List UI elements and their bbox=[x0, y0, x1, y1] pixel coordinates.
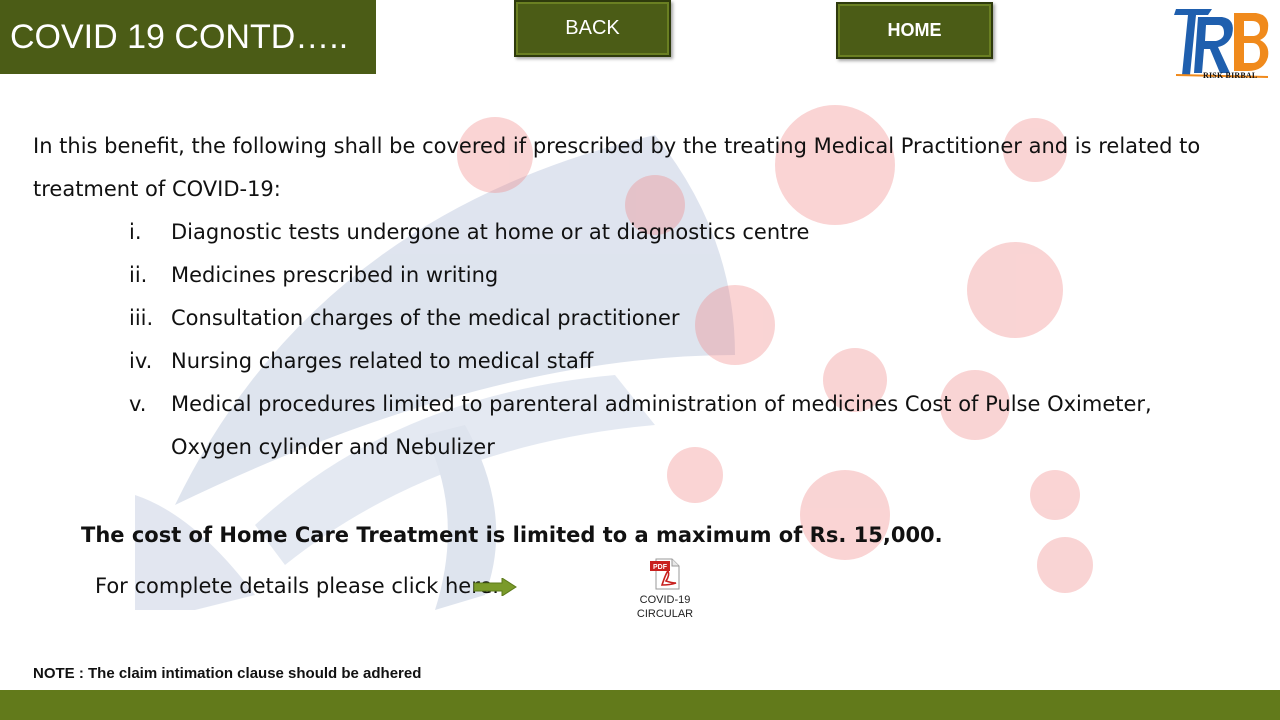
item-number: iii. bbox=[129, 306, 154, 330]
home-button[interactable]: HOME bbox=[836, 2, 993, 59]
item-text: Nursing charges related to medical staff bbox=[171, 349, 594, 373]
attachment-label-line1: COVID-19 bbox=[639, 594, 691, 606]
covid-circular-attachment[interactable]: PDF COVID-19 CIRCULAR bbox=[628, 557, 702, 621]
item-text: Consultation charges of the medical prac… bbox=[171, 306, 680, 330]
item-number: ii. bbox=[129, 263, 148, 287]
item-number: v. bbox=[129, 392, 147, 416]
attachment-label-line2: CIRCULAR bbox=[636, 608, 694, 620]
details-text: For complete details please click here. bbox=[95, 574, 499, 598]
list-item: iv. Nursing charges related to medical st… bbox=[33, 340, 1233, 383]
list-item: i. Diagnostic tests undergone at home or … bbox=[33, 211, 1233, 254]
logo-caption: RISK BIRBAL bbox=[1203, 71, 1258, 80]
cost-limit-text: The cost of Home Care Treatment is limit… bbox=[81, 523, 943, 547]
pdf-badge: PDF bbox=[653, 564, 668, 571]
intro-paragraph: In this benefit, the following shall be … bbox=[33, 134, 1201, 201]
pdf-file-icon: PDF bbox=[650, 558, 680, 590]
item-text: Medical procedures limited to parenteral… bbox=[171, 392, 1152, 459]
item-number: iv. bbox=[129, 349, 153, 373]
arrow-right-icon[interactable] bbox=[472, 578, 518, 596]
back-button[interactable]: BACK bbox=[514, 0, 671, 57]
list-item: v. Medical procedures limited to parenter… bbox=[33, 383, 1233, 469]
covered-items-list: i. Diagnostic tests undergone at home or … bbox=[33, 211, 1233, 469]
benefit-content: In this benefit, the following shall be … bbox=[33, 125, 1233, 469]
item-text: Diagnostic tests undergone at home or at… bbox=[171, 220, 810, 244]
list-item: ii. Medicines prescribed in writing bbox=[33, 254, 1233, 297]
list-item: iii. Consultation charges of the medical … bbox=[33, 297, 1233, 340]
page-title: COVID 19 CONTD….. bbox=[0, 0, 376, 74]
footer-bar bbox=[0, 690, 1280, 720]
note-text: NOTE : The claim intimation clause shoul… bbox=[33, 665, 422, 682]
item-number: i. bbox=[129, 220, 142, 244]
item-text: Medicines prescribed in writing bbox=[171, 263, 499, 287]
